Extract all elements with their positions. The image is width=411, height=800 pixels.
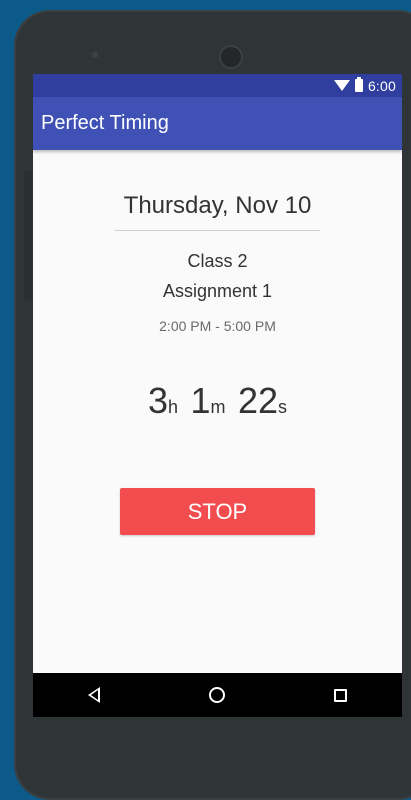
front-camera <box>219 45 243 69</box>
status-bar: 6:00 <box>33 74 402 97</box>
assignment-name: Assignment 1 <box>162 281 273 301</box>
time-range: 2:00 PM - 5:00 PM <box>159 318 276 334</box>
date-divider <box>115 230 320 231</box>
phone-side-button <box>24 170 32 300</box>
main-content: Thursday, Nov 10 Class 2 Assignment 1 2:… <box>33 192 402 535</box>
battery-icon <box>354 77 363 92</box>
home-icon[interactable] <box>208 687 225 703</box>
timer-minutes-unit: m <box>210 397 226 417</box>
screen: 6:00 Perfect Timing Thursday, Nov 10 Cla… <box>33 74 402 717</box>
session-date: Thursday, Nov 10 <box>123 192 312 219</box>
stop-button[interactable]: STOP <box>120 488 315 535</box>
class-name: Class 2 <box>187 251 248 271</box>
elapsed-timer: 3h 1m 22s <box>33 380 402 422</box>
timer-minutes: 1 <box>190 380 211 421</box>
back-icon[interactable] <box>87 687 100 703</box>
status-time: 6:00 <box>367 77 396 94</box>
timer-seconds: 22 <box>237 380 279 421</box>
timer-hours: 3 <box>147 380 169 421</box>
navigation-bar <box>33 673 402 717</box>
phone-sensor <box>92 52 98 58</box>
recents-icon[interactable] <box>334 688 348 702</box>
timer-seconds-unit: s <box>278 397 288 417</box>
timer-hours-unit: h <box>168 397 179 417</box>
wifi-icon <box>333 80 350 91</box>
stage: 6:00 Perfect Timing Thursday, Nov 10 Cla… <box>0 0 411 800</box>
app-bar: Perfect Timing <box>33 97 402 150</box>
app-title: Perfect Timing <box>41 112 169 134</box>
